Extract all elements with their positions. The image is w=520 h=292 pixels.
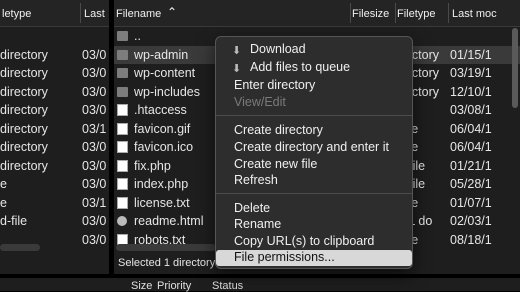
menu-item-download[interactable]: ⬇ Download xyxy=(232,42,306,57)
list-item[interactable]: directory 03/0 xyxy=(0,101,109,120)
column-filetype[interactable]: Filetype xyxy=(397,8,436,20)
menu-item-add-to-queue[interactable]: ⬇ Add files to queue xyxy=(232,60,350,75)
menu-item-enter-directory[interactable]: Enter directory xyxy=(234,78,315,92)
list-item[interactable]: directory 03/0 xyxy=(0,46,109,65)
context-menu: ⬇ Download ⬇ Add files to queue Enter di… xyxy=(215,36,413,269)
menu-item-copy-url[interactable]: Copy URL(s) to clipboard xyxy=(234,234,374,248)
list-item[interactable]: directory 03/1 xyxy=(0,120,109,139)
file-icon xyxy=(117,196,128,209)
menu-item-view-edit: View/Edit xyxy=(234,95,286,109)
globe-icon xyxy=(117,216,127,226)
add-to-queue-icon: ⬇ xyxy=(232,63,242,75)
menu-item-rename[interactable]: Rename xyxy=(234,217,281,231)
file-icon xyxy=(117,104,128,116)
column-last-modified[interactable]: Last xyxy=(84,8,105,20)
folder-icon xyxy=(117,86,128,97)
list-item[interactable]: directory 03/0 xyxy=(0,83,109,102)
caret-up-icon[interactable]: ⌃ xyxy=(167,5,177,19)
remote-list-header: Filename ⌃ Filesize Filetype Last moc xyxy=(114,0,520,27)
list-item[interactable]: d-file 03/0 xyxy=(0,212,109,231)
local-list-header: letype Last xyxy=(0,0,109,27)
list-item[interactable]: e 03/0 xyxy=(0,175,109,194)
menu-item-create-directory-enter[interactable]: Create directory and enter it xyxy=(234,140,389,154)
list-item[interactable] xyxy=(0,27,109,46)
menu-separator xyxy=(216,193,412,194)
remote-horizontal-scrollbar[interactable] xyxy=(116,244,216,251)
file-icon xyxy=(117,178,128,190)
menu-separator xyxy=(216,115,412,116)
column-filesize[interactable]: Filesize xyxy=(352,8,389,20)
folder-icon xyxy=(117,31,128,41)
remote-vertical-scrollbar[interactable] xyxy=(512,28,518,108)
file-icon xyxy=(117,141,128,153)
file-icon xyxy=(117,122,128,135)
folder-icon xyxy=(117,49,128,60)
list-item[interactable]: e 03/1 xyxy=(0,194,109,213)
menu-item-file-permissions[interactable]: File permissions... xyxy=(234,250,335,264)
folder-icon xyxy=(117,68,128,78)
list-item[interactable]: directory 03/0 xyxy=(0,138,109,157)
menu-item-create-directory[interactable]: Create directory xyxy=(234,123,323,137)
transfer-queue-header: Size Priority Status xyxy=(0,278,520,292)
queue-column-priority[interactable]: Priority xyxy=(157,280,191,292)
menu-item-refresh[interactable]: Refresh xyxy=(234,173,278,187)
column-filename[interactable]: Filename xyxy=(116,8,161,20)
list-item[interactable]: directory 03/0 xyxy=(0,64,109,83)
local-file-list[interactable]: letype Last directory 03/0 directory 03/0 … xyxy=(0,0,109,274)
queue-column-size[interactable]: Size xyxy=(131,280,152,292)
file-icon xyxy=(117,159,128,172)
menu-item-delete[interactable]: Delete xyxy=(234,201,270,215)
column-filetype[interactable]: letype xyxy=(2,8,31,20)
menu-item-create-new-file[interactable]: Create new file xyxy=(234,157,317,171)
download-icon: ⬇ xyxy=(232,45,242,57)
column-last-modified[interactable]: Last moc xyxy=(452,8,497,20)
local-horizontal-scrollbar[interactable] xyxy=(0,244,40,251)
queue-column-status[interactable]: Status xyxy=(212,280,243,292)
list-item[interactable]: directory 03/0 xyxy=(0,157,109,176)
